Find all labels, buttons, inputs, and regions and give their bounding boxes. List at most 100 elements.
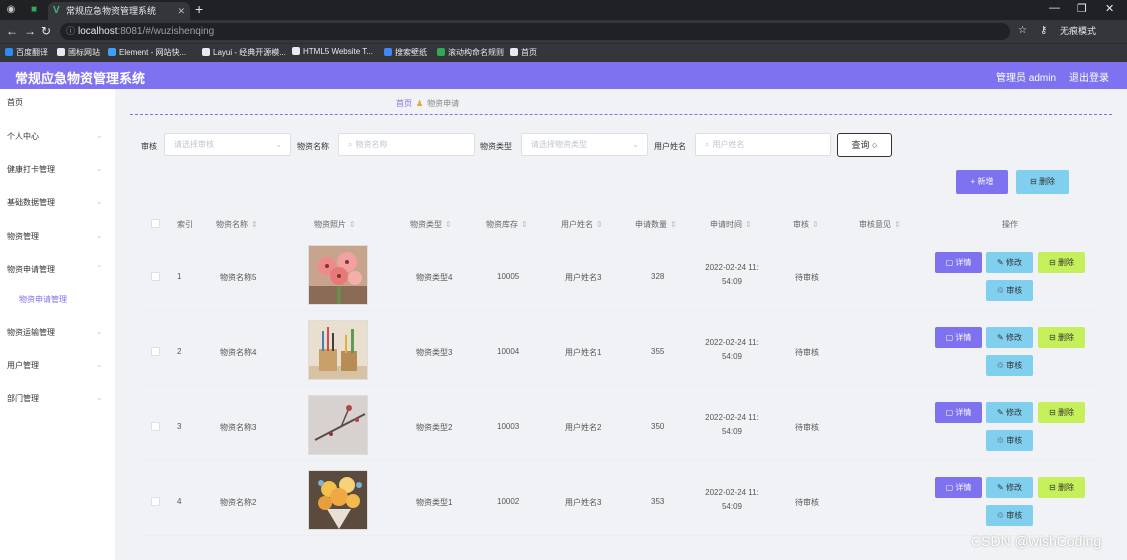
edit-button[interactable]: ✎ 修改 <box>986 477 1033 498</box>
sort-icon: ⇕ <box>894 220 901 229</box>
detail-button[interactable]: ▢ 详情 <box>935 327 982 348</box>
audit-select[interactable]: 请选择审核 ⌄ <box>164 133 291 156</box>
detail-button[interactable]: ▢ 详情 <box>935 402 982 423</box>
sidebar-item-departments[interactable]: 部门管理 ⌄ <box>7 393 103 404</box>
key-icon[interactable]: ⚷ <box>1040 25 1047 36</box>
query-button[interactable]: 查询 ○ <box>837 133 892 157</box>
time-clock: 54:09 <box>721 427 743 436</box>
separator-icon: ♟ <box>416 99 424 108</box>
bookmark-item[interactable]: 首页 <box>510 47 537 58</box>
back-icon[interactable]: ← <box>6 24 18 38</box>
edit-button[interactable]: ✎ 修改 <box>986 327 1033 348</box>
address-toolbar: ← → ↻ ⓘ localhost:8081/#/wuzishenqing ☆ … <box>0 20 1127 43</box>
restore-icon[interactable]: ❐ <box>1077 2 1087 15</box>
edit-button[interactable]: ✎ 修改 <box>986 402 1033 423</box>
audit-button[interactable]: ♲ 审核 <box>986 355 1033 376</box>
bookmark-item[interactable]: 滚动构命名规则 <box>437 47 504 58</box>
pinned-tab-icon[interactable]: ■ <box>27 3 41 17</box>
forward-icon[interactable]: → <box>24 24 36 38</box>
minimize-icon[interactable]: — <box>1049 2 1060 14</box>
sidebar-subitem-apply-manage[interactable]: 物资申请管理 <box>19 294 67 305</box>
delete-button[interactable]: ⊟ 删除 <box>1038 477 1085 498</box>
sidebar-item-profile[interactable]: 个人中心 ⌄ <box>7 131 103 142</box>
delete-button[interactable]: ⊟ 删除 <box>1038 252 1085 273</box>
browser-tab[interactable]: V 常规应急物资管理系统 ✕ <box>48 2 190 20</box>
table-row[interactable]: 4 物资名称2 物资类型1 10002 用户姓名3 353 2022-02-24 11: 54… <box>140 464 1100 536</box>
site-info-icon[interactable]: ⓘ <box>66 23 75 40</box>
header-name[interactable]: 物资名称 ⇕ <box>216 219 258 230</box>
new-tab-button[interactable]: + <box>195 1 203 17</box>
bookmark-item[interactable]: 國标网站 <box>57 47 100 58</box>
header-time[interactable]: 申请时间 ⇕ <box>710 219 752 230</box>
chrome-icon[interactable]: ◉ <box>4 3 18 17</box>
audit-button[interactable]: ♲ 审核 <box>986 505 1033 526</box>
window-close-icon[interactable]: ✕ <box>1105 2 1114 15</box>
row-checkbox[interactable] <box>151 272 160 281</box>
bouquet-photo[interactable] <box>308 470 368 530</box>
header-audit-comment[interactable]: 审核意见 ⇕ <box>859 219 901 230</box>
sidebar-item-materials[interactable]: 物资管理 ⌄ <box>7 231 103 242</box>
row-checkbox[interactable] <box>151 347 160 356</box>
chevron-down-icon: ⌄ <box>96 327 103 336</box>
table-row[interactable]: 3 物资名称3 物资类型2 10003 用户姓名2 350 2022-02-24 11: 54… <box>140 389 1100 461</box>
search-icon: ⌕ <box>348 140 353 149</box>
name-search-input[interactable]: ⌕ 物资名称 <box>338 133 475 156</box>
bookmark-item[interactable]: Layui - 经典开源模... <box>202 47 286 58</box>
header-audit[interactable]: 审核 ⇕ <box>793 219 819 230</box>
sidebar-item-label: 个人中心 <box>7 132 39 141</box>
bookmark-star-icon[interactable]: ☆ <box>1018 25 1027 36</box>
table-row[interactable]: 1 物资名称5 物资类型4 10005 用户姓名3 328 2022-02-24 11: 54… <box>140 239 1100 311</box>
header-user[interactable]: 用户姓名 ⇕ <box>561 219 603 230</box>
header-qty[interactable]: 申请数量 ⇕ <box>635 219 677 230</box>
detail-button[interactable]: ▢ 详情 <box>935 477 982 498</box>
select-all-checkbox[interactable] <box>151 219 160 228</box>
stationery-photo[interactable] <box>308 320 368 380</box>
bookmark-label: 首页 <box>521 48 537 57</box>
delete-button[interactable]: ⊟ 删除 <box>1038 402 1085 423</box>
table-row[interactable]: 2 物资名称4 物资类型3 10004 用户姓名1 355 2022-02-24 11: 54… <box>140 314 1100 386</box>
flowers-photo[interactable] <box>308 245 368 305</box>
sidebar-item-basedata[interactable]: 基础数据管理 ⌄ <box>7 197 103 208</box>
bookmark-item[interactable]: 搜索壁纸 <box>384 47 427 58</box>
header-photo[interactable]: 物资照片 ⇕ <box>314 219 356 230</box>
row-checkbox[interactable] <box>151 497 160 506</box>
reload-icon[interactable]: ↻ <box>41 24 51 38</box>
incognito-label[interactable]: 无痕模式 <box>1060 24 1096 37</box>
add-button[interactable]: + 新增 <box>956 170 1008 194</box>
sort-icon: ⇕ <box>812 220 819 229</box>
name-filter-label: 物资名称 <box>297 142 329 151</box>
edit-button[interactable]: ✎ 修改 <box>986 252 1033 273</box>
cell-index: 2 <box>177 347 182 356</box>
bookmark-item[interactable]: 百度翻译 <box>5 47 48 58</box>
bookmark-icon <box>202 48 210 56</box>
detail-button[interactable]: ▢ 详情 <box>935 252 982 273</box>
audit-button[interactable]: ♲ 审核 <box>986 280 1033 301</box>
user-search-input[interactable]: ⌕ 用户姓名 <box>695 133 831 156</box>
bookmark-item[interactable]: HTML5 Website T... <box>292 47 373 56</box>
logout-link[interactable]: 退出登录 <box>1069 69 1109 84</box>
sidebar-item-home[interactable]: 首页 <box>7 97 23 108</box>
cell-stock: 10004 <box>497 347 520 356</box>
type-select[interactable]: 请选择物资类型 ⌄ <box>521 133 648 156</box>
header-label: 物资名称 <box>216 220 248 229</box>
breadcrumb-home[interactable]: 首页 <box>396 99 412 108</box>
sidebar-item-users[interactable]: 用户管理 ⌄ <box>7 360 103 371</box>
row-checkbox[interactable] <box>151 422 160 431</box>
audit-button[interactable]: ♲ 审核 <box>986 430 1033 451</box>
sidebar-item-health[interactable]: 健康打卡管理 ⌄ <box>7 164 103 175</box>
vue-icon: V <box>53 5 60 16</box>
header-label: 物资类型 <box>410 220 442 229</box>
cell-name: 物资名称2 <box>220 498 257 507</box>
bookmark-item[interactable]: Element - 网站快... <box>108 47 186 58</box>
sidebar-item-apply[interactable]: 物资申请管理 ⌃ <box>7 264 103 275</box>
header-type[interactable]: 物资类型 ⇕ <box>410 219 452 230</box>
close-tab-icon[interactable]: ✕ <box>177 2 185 20</box>
chevron-down-icon: ⌄ <box>96 231 103 240</box>
url-bar[interactable]: ⓘ localhost:8081/#/wuzishenqing <box>60 23 1010 40</box>
delete-button[interactable]: ⊟ 删除 <box>1038 327 1085 348</box>
browser-tab-bar: ◉ ■ V 常规应急物资管理系统 ✕ + — ❐ ✕ <box>0 0 1127 20</box>
batch-delete-button[interactable]: ⊟ 删除 <box>1016 170 1069 194</box>
header-stock[interactable]: 物资库存 ⇕ <box>486 219 528 230</box>
branch-photo[interactable] <box>308 395 368 455</box>
sidebar-item-transport[interactable]: 物资运输管理 ⌄ <box>7 327 103 338</box>
